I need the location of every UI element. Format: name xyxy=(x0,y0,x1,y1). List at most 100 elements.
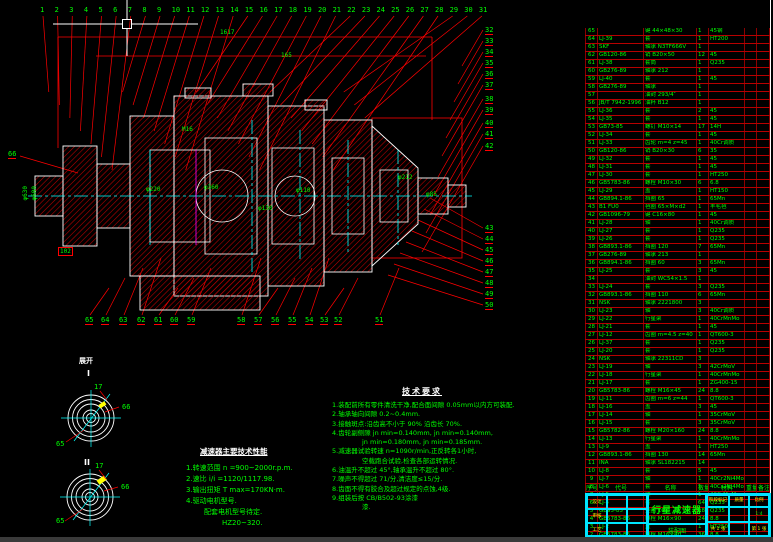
dimension-label: φ212 xyxy=(398,174,413,181)
table-row: 37 GB276-89 轴承 213 1 xyxy=(585,252,770,260)
table-cell: LJ-30 xyxy=(598,172,644,179)
callout-number: 29 xyxy=(449,6,459,14)
table-cell xyxy=(757,220,770,227)
table-row: 11 INA 轴承 SL182215 14 xyxy=(585,460,770,468)
table-cell xyxy=(745,132,757,139)
table-cell: 10 xyxy=(585,468,598,475)
table-cell: 1 xyxy=(697,228,709,235)
table-cell: 36 xyxy=(585,260,598,267)
table-row: 39 LJ-26 套 1 Q235 xyxy=(585,236,770,244)
table-cell xyxy=(745,252,757,259)
dimension-label: 102 xyxy=(58,247,73,256)
table-row: 33 LJ-24 套 3 Q235 xyxy=(585,284,770,292)
table-row: 53 GB73-85 螺钉 M10×14 17 14H xyxy=(585,124,770,132)
callout-number: 60 xyxy=(170,316,179,325)
table-cell: 螺栓 M10×30 xyxy=(644,180,697,187)
table-cell: LJ-35 xyxy=(598,116,644,123)
title-block-field xyxy=(627,523,647,537)
table-row: 63 SKF 轴承 N3TF666V 1 xyxy=(585,44,770,52)
table-cell: 套 xyxy=(644,76,697,83)
table-cell: 26 xyxy=(585,340,598,347)
table-cell xyxy=(745,220,757,227)
table-cell: 40Cr调质 xyxy=(709,308,745,315)
table-cell xyxy=(709,356,745,363)
table-cell xyxy=(757,436,770,443)
table-cell xyxy=(745,324,757,331)
table-cell: 6 xyxy=(697,180,709,187)
table-cell: 40 xyxy=(585,228,598,235)
table-cell: 毡圈 65×M×d2 xyxy=(644,204,697,211)
table-cell: 1 xyxy=(697,220,709,227)
table-cell: ZG400-15 xyxy=(709,380,745,387)
title-block-field xyxy=(607,495,627,509)
callout-number: 66 xyxy=(122,403,131,411)
title-block-field xyxy=(729,522,749,537)
table-cell xyxy=(745,292,757,299)
table-cell xyxy=(745,356,757,363)
table-cell xyxy=(757,452,770,459)
table-cell: 套 xyxy=(644,284,697,291)
callout-number: 47 xyxy=(485,268,494,277)
table-cell: LJ-27 xyxy=(598,228,644,235)
table-cell: 16 xyxy=(585,420,598,427)
table-cell: 45钢 xyxy=(709,28,745,35)
table-row: 49 LJ-32 套 1 45 xyxy=(585,156,770,164)
performance-line: 4.驱动电机型号. xyxy=(186,497,237,505)
table-cell: LJ-8 xyxy=(598,468,644,475)
callout-number: 40 xyxy=(485,119,494,128)
dimension-label: M16 xyxy=(182,126,193,133)
scale-cell: 1:4 xyxy=(749,507,769,522)
callout-number: 14 xyxy=(230,6,239,14)
table-cell xyxy=(745,36,757,43)
table-cell: 30 xyxy=(585,308,598,315)
table-row: 42 GB1096-79 键 C16×80 1 45 xyxy=(585,212,770,220)
table-cell: 套 xyxy=(644,348,697,355)
table-cell: Q235 xyxy=(709,60,745,67)
table-cell: 44 xyxy=(585,196,598,203)
table-cell: 40CrMnMo xyxy=(709,372,745,379)
callout-number: 65 xyxy=(56,517,65,525)
table-cell: 3 xyxy=(697,260,709,267)
table-cell xyxy=(757,180,770,187)
table-cell xyxy=(757,300,770,307)
table-cell: 1 xyxy=(697,172,709,179)
callout-number: 63 xyxy=(119,316,128,325)
table-row: 56 JB/T 7942-1996 油杯 B12 1 xyxy=(585,100,770,108)
table-cell: LJ-40 xyxy=(598,76,644,83)
table-cell: LJ-17 xyxy=(598,380,644,387)
table-cell: HT200 xyxy=(709,36,745,43)
table-cell: 45 xyxy=(709,116,745,123)
table-cell: LJ-22 xyxy=(598,316,644,323)
table-cell xyxy=(757,284,770,291)
table-cell xyxy=(745,444,757,451)
table-cell: LJ-34 xyxy=(598,132,644,139)
table-cell xyxy=(757,276,770,283)
callout-number: 7 xyxy=(127,6,132,14)
table-cell: 65Mn xyxy=(709,260,745,267)
callout-number: 55 xyxy=(288,316,297,325)
table-cell: 轴 xyxy=(644,364,697,371)
table-row: 15 GB5782-86 螺栓 M20×160 24 8.8 xyxy=(585,428,770,436)
table-row: 52 LJ-34 套 1 45 xyxy=(585,132,770,140)
table-cell xyxy=(757,428,770,435)
callout-number: 6 xyxy=(113,6,118,14)
table-cell: LJ-36 xyxy=(598,108,644,115)
cad-drawing-canvas[interactable]: 1 2 3 4 5 6 7 8 9 10 11 12 13 14 15 16 17 18 19 20 21 22 23 24 2… xyxy=(0,0,773,542)
table-cell: 9 xyxy=(585,476,598,483)
table-cell xyxy=(757,396,770,403)
table-cell xyxy=(757,404,770,411)
technical-notes-title: 技术要求 xyxy=(402,387,442,396)
performance-line: 1.转速范围 n =900~2000r.p.m. xyxy=(186,464,293,472)
table-cell xyxy=(757,236,770,243)
table-cell xyxy=(757,84,770,91)
title-block-field: 比例 xyxy=(749,495,769,507)
table-cell: LJ-23 xyxy=(598,308,644,315)
table-cell: 59 xyxy=(585,76,598,83)
table-cell: 盖 xyxy=(644,404,697,411)
table-cell: 3 xyxy=(697,308,709,315)
table-cell: SKF xyxy=(598,44,644,51)
table-cell: GB276-89 xyxy=(598,68,644,75)
table-cell xyxy=(745,348,757,355)
table-cell: 盖 xyxy=(644,444,697,451)
table-cell: LJ-19 xyxy=(598,364,644,371)
